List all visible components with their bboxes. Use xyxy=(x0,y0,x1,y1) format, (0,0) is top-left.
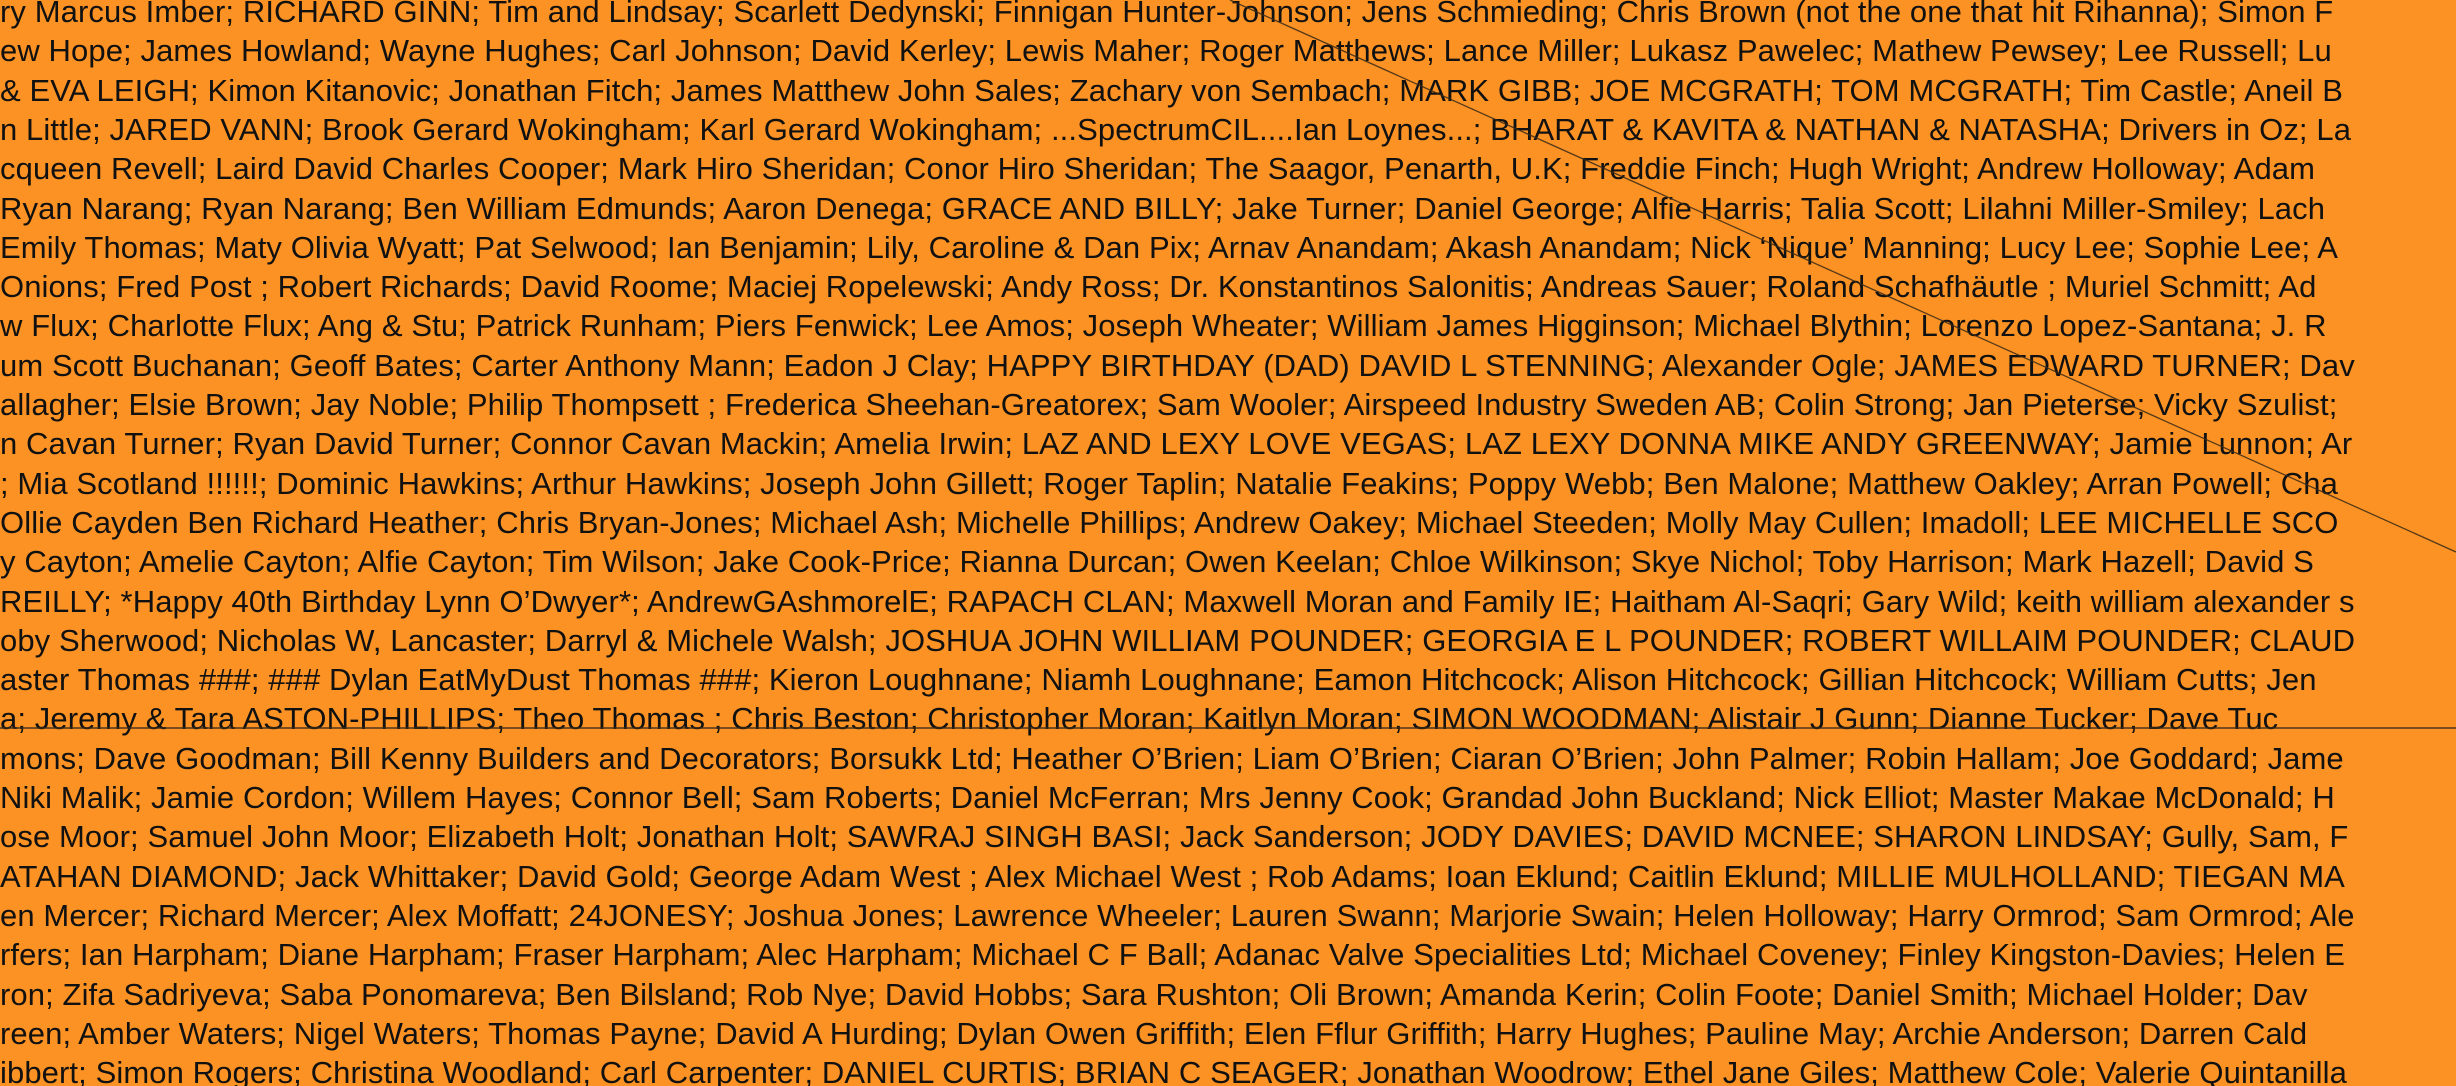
name-line: aster Thomas ###; ### Dylan EatMyDust Th… xyxy=(0,662,2317,698)
name-line: Niki Malik; Jamie Cordon; Willem Hayes; … xyxy=(0,780,2335,815)
name-line: w Flux; Charlotte Flux; Ang & Stu; Patri… xyxy=(0,308,2327,344)
name-line: ibbert; Simon Rogers; Christina Woodland… xyxy=(0,1055,2347,1086)
name-line: reen; Amber Waters; Nigel Waters; Thomas… xyxy=(0,1015,2308,1051)
name-line: rfers; Ian Harpham; Diane Harpham; Frase… xyxy=(0,937,2346,973)
name-line: REILLY; *Happy 40th Birthday Lynn O’Dwye… xyxy=(0,583,2355,619)
name-line: Onions; Fred Post ; Robert Richards; Dav… xyxy=(0,269,2317,305)
names-wall: ry Marcus Imber; RICHARD GINN; Tim and L… xyxy=(0,0,2456,1086)
name-line: n Little; JARED VANN; Brook Gerard Wokin… xyxy=(0,111,2352,147)
name-line: oby Sherwood; Nicholas W, Lancaster; Dar… xyxy=(0,622,2356,658)
name-line: ATAHAN DIAMOND; Jack Whittaker; David Go… xyxy=(0,858,2345,894)
name-line: cqueen Revell; Laird David Charles Coope… xyxy=(0,151,2316,187)
name-line: y Cayton; Amelie Cayton; Alfie Cayton; T… xyxy=(0,544,2314,580)
name-line: ew Hope; James Howland; Wayne Hughes; Ca… xyxy=(0,33,2332,69)
name-line: um Scott Buchanan; Geoff Bates; Carter A… xyxy=(0,347,2355,383)
name-line: a; Jeremy & Tara ASTON-PHILLIPS; Theo Th… xyxy=(0,701,2279,737)
name-line: ; Mia Scotland !!!!!!; Dominic Hawkins; … xyxy=(0,465,2338,501)
name-line: mons; Dave Goodman; Bill Kenny Builders … xyxy=(0,740,2344,776)
name-line: n Cavan Turner; Ryan David Turner; Conno… xyxy=(0,426,2353,462)
name-line: Emily Thomas; Maty Olivia Wyatt; Pat Sel… xyxy=(0,229,2338,265)
name-line: Ollie Cayden Ben Richard Heather; Chris … xyxy=(0,504,2339,540)
name-line: ry Marcus Imber; RICHARD GINN; Tim and L… xyxy=(0,0,2334,29)
name-line: en Mercer; Richard Mercer; Alex Moffatt;… xyxy=(0,897,2355,933)
name-line: & EVA LEIGH; Kimon Kitanovic; Jonathan F… xyxy=(0,72,2343,108)
name-line: Ryan Narang; Ryan Narang; Ben William Ed… xyxy=(0,190,2326,226)
name-line: ose Moor; Samuel John Moor; Elizabeth Ho… xyxy=(0,819,2349,855)
name-line: ron; Zifa Sadriyeva; Saba Ponomareva; Be… xyxy=(0,976,2308,1012)
name-line: allagher; Elsie Brown; Jay Noble; Philip… xyxy=(0,387,2338,422)
